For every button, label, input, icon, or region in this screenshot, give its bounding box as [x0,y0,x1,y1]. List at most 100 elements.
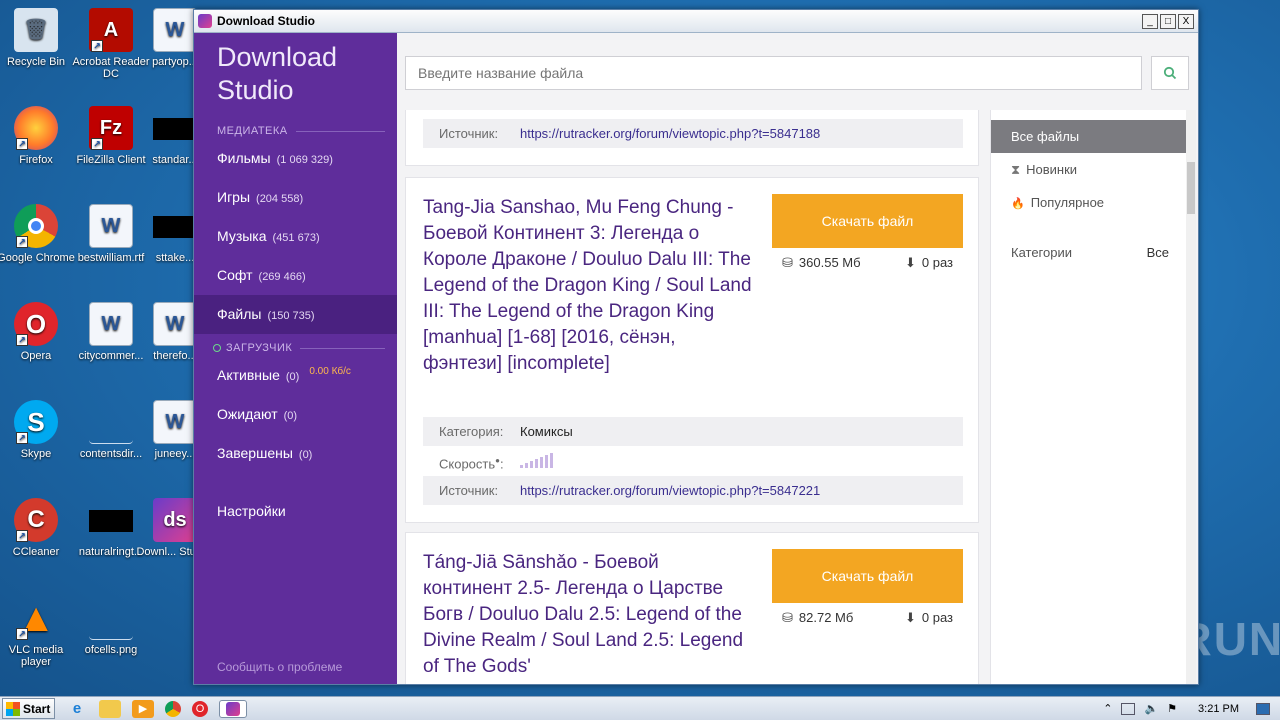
clock[interactable]: 3:21 PM [1198,703,1239,715]
speed-indicator: ▪▪▪▪▪▪ [534,110,561,111]
download-file-button[interactable]: Скачать файл [772,549,963,603]
result-title[interactable]: Táng-Jiā Sānshǎo - Боевой континент 2.5-… [423,550,753,680]
window-title: Download Studio [217,14,315,28]
nav-item-software[interactable]: Софт (269 466) [194,256,397,295]
nav-item-completed[interactable]: Завершены (0) [194,434,397,473]
recycle-bin-icon: 🗑 [14,8,58,52]
desktop-icon-chrome[interactable]: ↗ Google Chrome [0,204,75,264]
media-file-icon [153,216,197,238]
volume-icon[interactable]: 🔈 [1144,702,1158,715]
result-meta: ⛁ 82.72 Мб ⬇ 0 раз [772,610,963,626]
settings-link[interactable]: Настройки [217,503,286,519]
result-card: ▪▪▪▪▪▪ Источник: https://rutracker.org/f… [405,110,979,166]
downloader-section-label: ЗАГРУЗЧИК [194,342,397,354]
search-input[interactable] [406,57,1141,89]
source-link[interactable]: https://rutracker.org/forum/viewtopic.ph… [520,476,820,505]
word-doc-icon: W [153,400,197,444]
desktop-icon-vlc[interactable]: ▲ ↗ VLC media player [0,596,75,668]
opera-icon: O ↗ [14,302,58,346]
speed-row: Скорость●: [423,446,963,475]
result-title[interactable]: Tang-Jia Sanshao, Mu Feng Chung - Боевой… [423,195,753,377]
search-button[interactable] [1151,56,1189,90]
word-doc-icon: W [89,302,133,346]
minimize-button[interactable]: _ [1142,13,1158,29]
desktop-icon-skype[interactable]: S ↗ Skype [0,400,75,460]
result-meta: ⛁ 360.55 Мб ⬇ 0 раз [772,255,963,271]
file-size: 82.72 Мб [798,610,854,625]
maximize-button[interactable]: □ [1160,13,1176,29]
system-tray: ⌃ 🔈 ⚑ 3:21 PM [1103,702,1280,715]
hourglass-icon: ⧗ [1011,162,1021,177]
ie-icon[interactable]: e [66,700,88,718]
main-content: ▪▪▪▪▪▪ Источник: https://rutracker.org/f… [397,33,1198,684]
nav-item-active-downloads[interactable]: Активные (0) 0.00 Кб/с [194,356,397,395]
desktop-icon-firefox[interactable]: ↗ Firefox [0,106,75,166]
status-dot-icon [213,344,221,352]
desktop-icon-recycle-bin[interactable]: 🗑 Recycle Bin [0,8,75,68]
download-studio-taskbar-icon[interactable] [219,699,247,718]
network-icon[interactable] [1121,702,1136,715]
media-file-icon [89,510,133,532]
nav-item-games[interactable]: Игры (204 558) [194,178,397,217]
word-doc-icon: W [89,204,133,248]
result-card: Tang-Jia Sanshao, Mu Feng Chung - Боевой… [405,177,979,523]
search-icon [1163,66,1177,80]
skype-icon: S ↗ [14,400,58,444]
nav-item-music[interactable]: Музыка (451 673) [194,217,397,256]
image-file-icon [89,596,133,640]
download-file-button[interactable]: Скачать файл [772,194,963,248]
media-player-icon[interactable]: ▶ [132,699,154,718]
download-studio-icon: ds [153,498,197,542]
search-box [405,56,1142,90]
flame-icon: 🔥 [1011,198,1025,210]
category-value: Комиксы [520,424,573,439]
download-studio-window: Download Studio _ □ X Download Studio МЕ… [193,9,1199,685]
download-count: 0 раз [921,610,953,625]
download-icon: ⬇ [904,610,916,625]
hard-drive-icon: ⛁ [782,610,793,625]
scrollbar[interactable] [1186,110,1196,684]
desktop-icon-ccleaner[interactable]: C ↗ CCleaner [0,498,75,558]
library-section-label: МЕДИАТЕКА [194,125,397,137]
filezilla-icon: Fz ↗ [89,106,133,150]
desktop-icon-ofcells[interactable]: ofcells.png [72,596,150,656]
app-logo-icon [198,14,212,28]
firefox-icon: ↗ [14,106,58,150]
blank-file-icon [89,400,133,444]
filter-popular[interactable]: 🔥 Популярное [991,186,1189,219]
title-bar[interactable]: Download Studio _ □ X [194,10,1198,33]
scrollbar-thumb[interactable] [1187,162,1195,214]
help-icon[interactable]: ● [495,456,500,465]
report-problem-link[interactable]: Сообщить о проблеме [217,660,342,674]
explorer-icon[interactable] [99,699,121,718]
tray-expand-icon[interactable]: ⌃ [1103,702,1112,715]
nav-item-queued[interactable]: Ожидают (0) [194,395,397,434]
word-doc-icon: W [153,8,197,52]
source-row: Источник: https://rutracker.org/forum/vi… [423,119,963,148]
desktop-icon-opera[interactable]: O ↗ Opera [0,302,75,362]
nav-item-movies[interactable]: Фильмы (1 069 329) [194,139,397,178]
chrome-icon: ↗ [14,204,58,248]
sidebar: Download Studio МЕДИАТЕКА Фильмы (1 069 3… [194,33,397,684]
file-size: 360.55 Мб [798,255,861,270]
ccleaner-icon: C ↗ [14,498,58,542]
windows-logo-icon [6,701,20,716]
media-file-icon [153,118,197,140]
vlc-icon: ▲ ↗ [16,596,56,640]
chrome-icon[interactable] [165,700,181,717]
filter-all-files[interactable]: Все файлы [991,120,1189,153]
filter-new[interactable]: ⧗ Новинки [991,153,1189,186]
word-doc-icon: W [153,302,197,346]
start-button[interactable]: Start [2,698,55,719]
opera-icon[interactable]: O [192,700,208,717]
brand-title: Download Studio [217,42,338,105]
close-button[interactable]: X [1178,13,1194,29]
source-row: Источник: https://rutracker.org/forum/vi… [423,476,963,505]
nav-item-files[interactable]: Файлы (150 735) [194,295,397,334]
flag-icon[interactable]: ⚑ [1167,702,1177,715]
download-count: 0 раз [921,255,953,270]
show-desktop-icon[interactable] [1256,702,1270,715]
source-link[interactable]: https://rutracker.org/forum/viewtopic.ph… [520,119,820,148]
category-filter[interactable]: Категории Все [991,245,1189,260]
results-list: ▪▪▪▪▪▪ Источник: https://rutracker.org/f… [405,110,979,684]
